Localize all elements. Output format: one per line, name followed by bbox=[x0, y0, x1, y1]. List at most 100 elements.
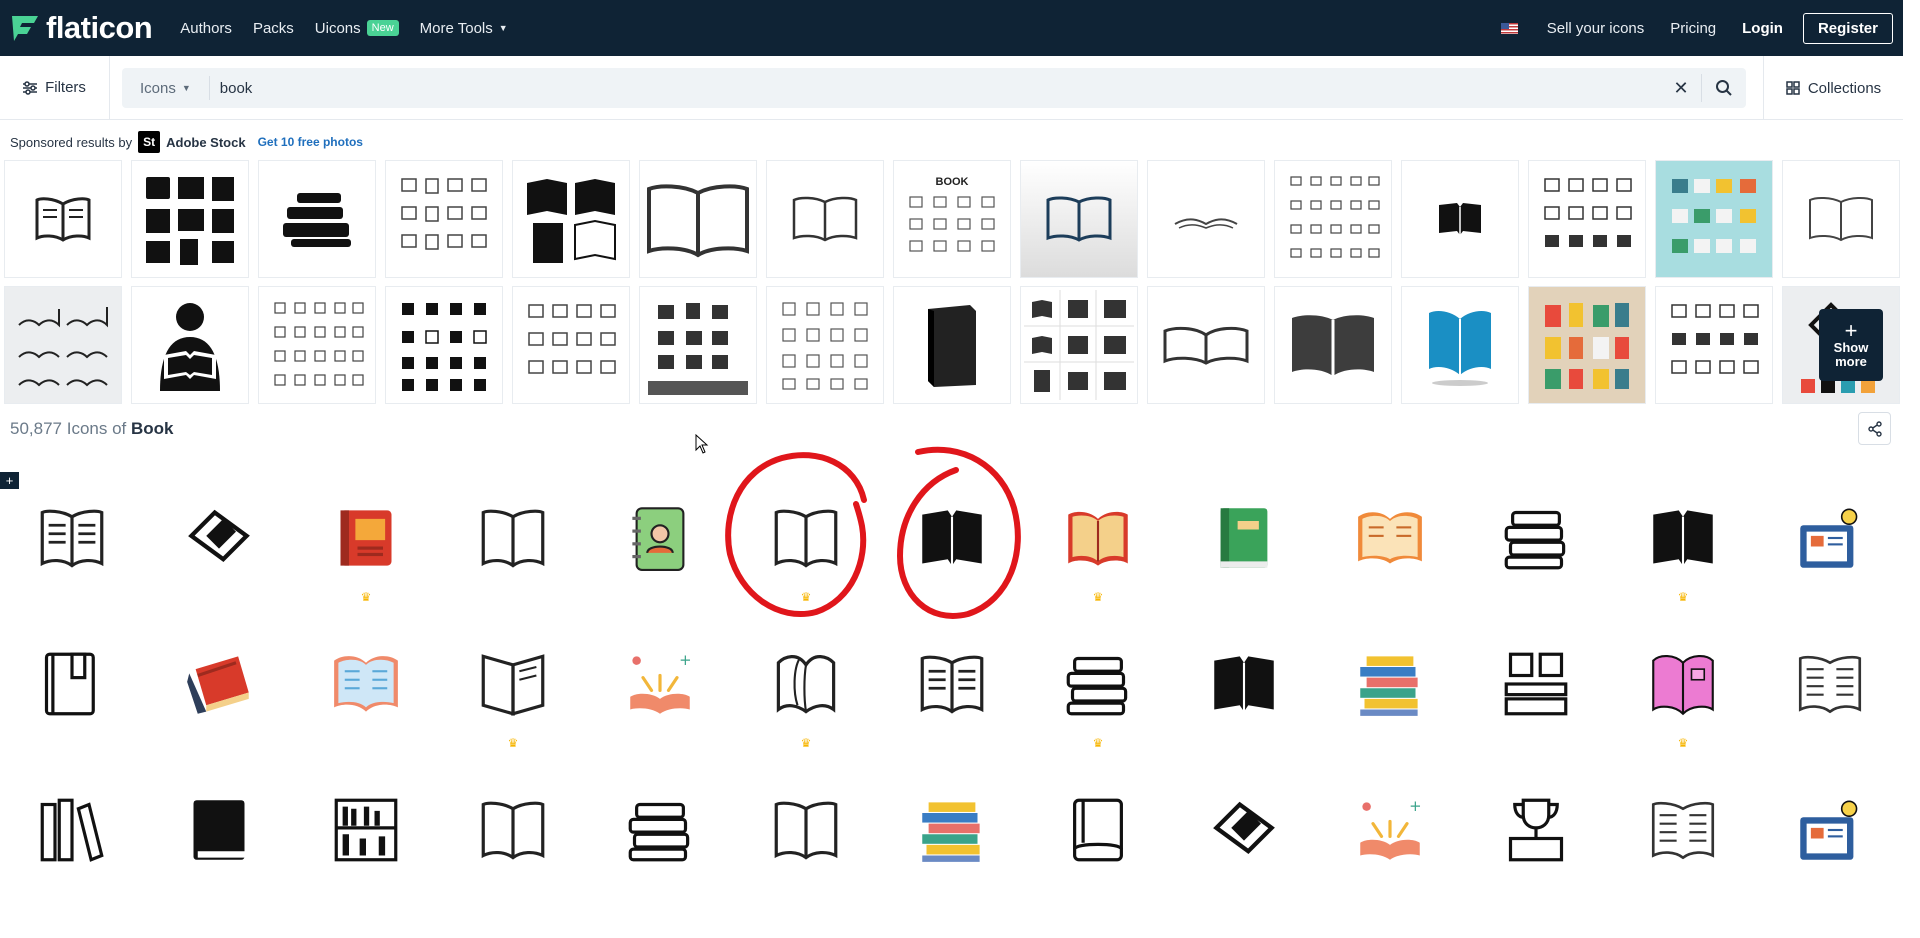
icon-result-open-book-black[interactable]: ♛ bbox=[1610, 482, 1756, 628]
sponsored-tile[interactable] bbox=[1401, 286, 1519, 404]
sponsored-tile[interactable] bbox=[4, 286, 122, 404]
icon-result-open-book-sparks[interactable]: + bbox=[587, 628, 733, 774]
icon-result-trophy-book[interactable] bbox=[1463, 774, 1609, 920]
icon-result-colorful-book-stack[interactable] bbox=[1317, 628, 1463, 774]
icon-result-orange-open-book[interactable] bbox=[1317, 482, 1463, 628]
icon-result-diamond-book[interactable] bbox=[1171, 774, 1317, 920]
open-book-outline-icon bbox=[774, 509, 838, 568]
nav-uicons-link[interactable]: Uicons New bbox=[315, 20, 399, 37]
clear-search-icon[interactable]: ✕ bbox=[1661, 78, 1701, 99]
register-button[interactable]: Register bbox=[1802, 12, 1893, 44]
sponsored-tile[interactable] bbox=[385, 160, 503, 278]
share-button[interactable] bbox=[1858, 412, 1891, 445]
nav-packs-link[interactable]: Packs bbox=[253, 20, 294, 37]
icon-result-book-stack[interactable] bbox=[587, 774, 733, 920]
sponsored-header: Sponsored results by St Adobe Stock Get … bbox=[10, 131, 363, 153]
sponsored-tile[interactable] bbox=[639, 286, 757, 404]
icon-result-open-book-3d[interactable]: ♛ bbox=[440, 628, 586, 774]
premium-crown-icon: ♛ bbox=[800, 736, 812, 750]
icon-result-book-grid[interactable] bbox=[1463, 628, 1609, 774]
sponsored-tile[interactable] bbox=[1655, 286, 1773, 404]
search-type-label: Icons bbox=[140, 79, 176, 97]
icon-result-open-book-black[interactable] bbox=[1171, 628, 1317, 774]
sponsored-tile[interactable] bbox=[4, 160, 122, 278]
icon-result-diamond-book[interactable] bbox=[146, 482, 292, 628]
search-icon[interactable] bbox=[1702, 79, 1746, 97]
icon-result-open-book-lines[interactable] bbox=[0, 482, 145, 628]
icon-result-green-book[interactable] bbox=[1171, 482, 1317, 628]
icon-result-red-book[interactable]: ♛ bbox=[293, 482, 439, 628]
icon-result-book-stack[interactable] bbox=[1463, 482, 1609, 628]
sponsored-tile[interactable] bbox=[1528, 160, 1646, 278]
icon-result-open-book-sparks[interactable]: + bbox=[1317, 774, 1463, 920]
icon-result-address-book[interactable] bbox=[587, 482, 733, 628]
icon-result-open-book-lines[interactable] bbox=[879, 628, 1025, 774]
sponsored-tile[interactable] bbox=[893, 286, 1011, 404]
sponsored-tile[interactable] bbox=[258, 160, 376, 278]
flaticon-logo[interactable]: flaticon bbox=[10, 10, 153, 46]
open-book-lines-icon bbox=[40, 509, 104, 568]
icon-result-open-book-pages[interactable]: ♛ bbox=[733, 628, 879, 774]
sponsored-tile[interactable] bbox=[1020, 160, 1138, 278]
icon-result-open-book-outline[interactable] bbox=[440, 482, 586, 628]
sponsored-tile[interactable] bbox=[639, 160, 757, 278]
icon-result-open-book-outline[interactable]: ♛ bbox=[733, 482, 879, 628]
filters-button[interactable]: Filters bbox=[0, 56, 110, 119]
sell-icons-link[interactable]: Sell your icons bbox=[1547, 20, 1645, 37]
icon-result-open-book-outline[interactable] bbox=[733, 774, 879, 920]
icon-result-bookshelf[interactable] bbox=[293, 774, 439, 920]
sponsored-tile[interactable] bbox=[385, 286, 503, 404]
sponsored-tile[interactable] bbox=[131, 286, 249, 404]
us-flag-icon[interactable] bbox=[1500, 22, 1518, 34]
icon-result-books-shelf[interactable] bbox=[0, 774, 145, 920]
book-stack-icon bbox=[628, 802, 690, 862]
icon-result-pink-book[interactable]: ♛ bbox=[1610, 628, 1756, 774]
icon-result-blue-open-book[interactable] bbox=[293, 628, 439, 774]
sponsored-tile[interactable] bbox=[258, 286, 376, 404]
icon-result-open-book-text[interactable] bbox=[1610, 774, 1756, 920]
free-photos-link[interactable]: Get 10 free photos bbox=[258, 135, 363, 149]
show-more-button[interactable]: + Show more bbox=[1819, 309, 1883, 381]
open-book-pages-icon bbox=[776, 655, 836, 714]
search-box: Icons ▼ ✕ bbox=[122, 68, 1746, 108]
icon-result-book-closed[interactable] bbox=[1025, 774, 1171, 920]
sponsored-tile[interactable] bbox=[1528, 286, 1646, 404]
sponsored-tile[interactable] bbox=[1782, 160, 1900, 278]
search-input[interactable] bbox=[209, 79, 1661, 97]
sponsored-tile[interactable] bbox=[1147, 160, 1265, 278]
icon-result-red-book-open[interactable]: ♛ bbox=[1025, 482, 1171, 628]
sponsored-tile[interactable] bbox=[1274, 286, 1392, 404]
icon-result-black-book[interactable] bbox=[146, 774, 292, 920]
sponsored-tile[interactable] bbox=[1655, 160, 1773, 278]
icon-result-book-bookmark[interactable] bbox=[0, 628, 145, 774]
sponsored-tile[interactable] bbox=[131, 160, 249, 278]
icon-result-open-book-outline[interactable] bbox=[440, 774, 586, 920]
pricing-link[interactable]: Pricing bbox=[1670, 20, 1716, 37]
icon-result-open-book-text[interactable] bbox=[1757, 628, 1903, 774]
icon-result-red-book-tilted[interactable] bbox=[146, 628, 292, 774]
sponsored-tile[interactable]: BOOK bbox=[893, 160, 1011, 278]
search-type-select[interactable]: Icons ▼ bbox=[122, 76, 210, 100]
chevron-down-icon: ▼ bbox=[181, 83, 191, 93]
sponsored-tile[interactable] bbox=[512, 286, 630, 404]
icon-result-open-book-black[interactable] bbox=[879, 482, 1025, 628]
icon-result-book-lightbulb[interactable] bbox=[1757, 774, 1903, 920]
sponsored-tile[interactable] bbox=[1401, 160, 1519, 278]
open-book-outline-icon bbox=[774, 801, 838, 860]
icon-result-colorful-book-stack[interactable] bbox=[879, 774, 1025, 920]
sponsored-tile[interactable] bbox=[512, 160, 630, 278]
open-book-black-icon bbox=[922, 510, 982, 566]
nav-authors-link[interactable]: Authors bbox=[180, 20, 232, 37]
sponsored-tile[interactable] bbox=[1020, 286, 1138, 404]
icon-result-book-stack[interactable]: ♛ bbox=[1025, 628, 1171, 774]
icon-result-book-lightbulb[interactable] bbox=[1757, 482, 1903, 628]
collections-button[interactable]: Collections bbox=[1763, 56, 1903, 120]
sponsored-tile[interactable] bbox=[766, 286, 884, 404]
nav-more-tools-dropdown[interactable]: More Tools ▼ bbox=[420, 20, 508, 37]
sponsored-tile[interactable] bbox=[1147, 286, 1265, 404]
sponsored-tile[interactable] bbox=[766, 160, 884, 278]
open-book-sparks-icon: + bbox=[1360, 797, 1422, 860]
top-navbar: flaticon Authors Packs Uicons New More T… bbox=[0, 0, 1903, 56]
login-link[interactable]: Login bbox=[1742, 20, 1783, 37]
sponsored-tile[interactable] bbox=[1274, 160, 1392, 278]
